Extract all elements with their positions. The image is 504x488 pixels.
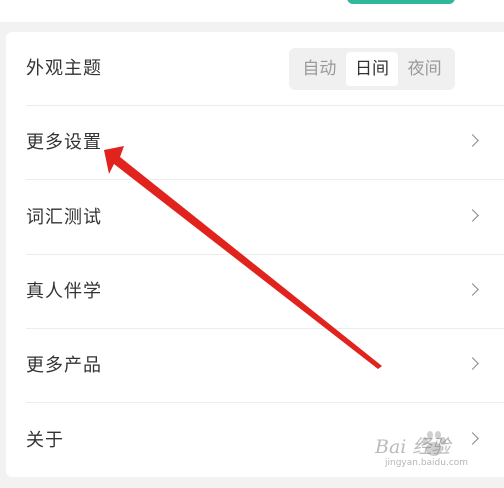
theme-option-night[interactable]: 夜间 <box>398 52 451 86</box>
theme-option-day[interactable]: 日间 <box>345 52 399 86</box>
about-label: 关于 <box>26 430 64 451</box>
bottom-strip <box>0 478 504 488</box>
watermark: Bai 经验 jingyan.baidu.com <box>375 430 499 474</box>
live-tutor-label: 真人伴学 <box>26 281 102 302</box>
top-strip <box>0 0 504 22</box>
chevron-right-icon <box>466 283 479 296</box>
theme-option-auto[interactable]: 自动 <box>293 52 346 86</box>
theme-label: 外观主题 <box>26 58 102 79</box>
vocab-test-row[interactable]: 词汇测试 <box>6 181 504 255</box>
baidu-paw-icon <box>422 431 446 456</box>
more-products-row[interactable]: 更多产品 <box>6 329 504 403</box>
settings-card: 外观主题 自动 日间 夜间 更多设置 词汇测试 真人伴学 更多产品 关于 <box>6 32 504 477</box>
theme-segmented-control: 自动 日间 夜间 <box>289 48 455 90</box>
live-tutor-row[interactable]: 真人伴学 <box>6 255 504 329</box>
chevron-right-icon <box>466 134 479 147</box>
theme-row: 外观主题 自动 日间 夜间 <box>6 32 504 106</box>
watermark-url: jingyan.baidu.com <box>385 458 469 468</box>
more-products-label: 更多产品 <box>26 355 102 376</box>
row-divider <box>26 402 504 403</box>
chevron-right-icon <box>466 357 479 370</box>
vocab-test-label: 词汇测试 <box>26 207 102 228</box>
more-settings-row[interactable]: 更多设置 <box>6 106 504 180</box>
row-divider <box>26 179 504 180</box>
chevron-right-icon <box>466 209 479 222</box>
top-accent-button[interactable] <box>347 0 455 4</box>
more-settings-label: 更多设置 <box>26 132 102 153</box>
